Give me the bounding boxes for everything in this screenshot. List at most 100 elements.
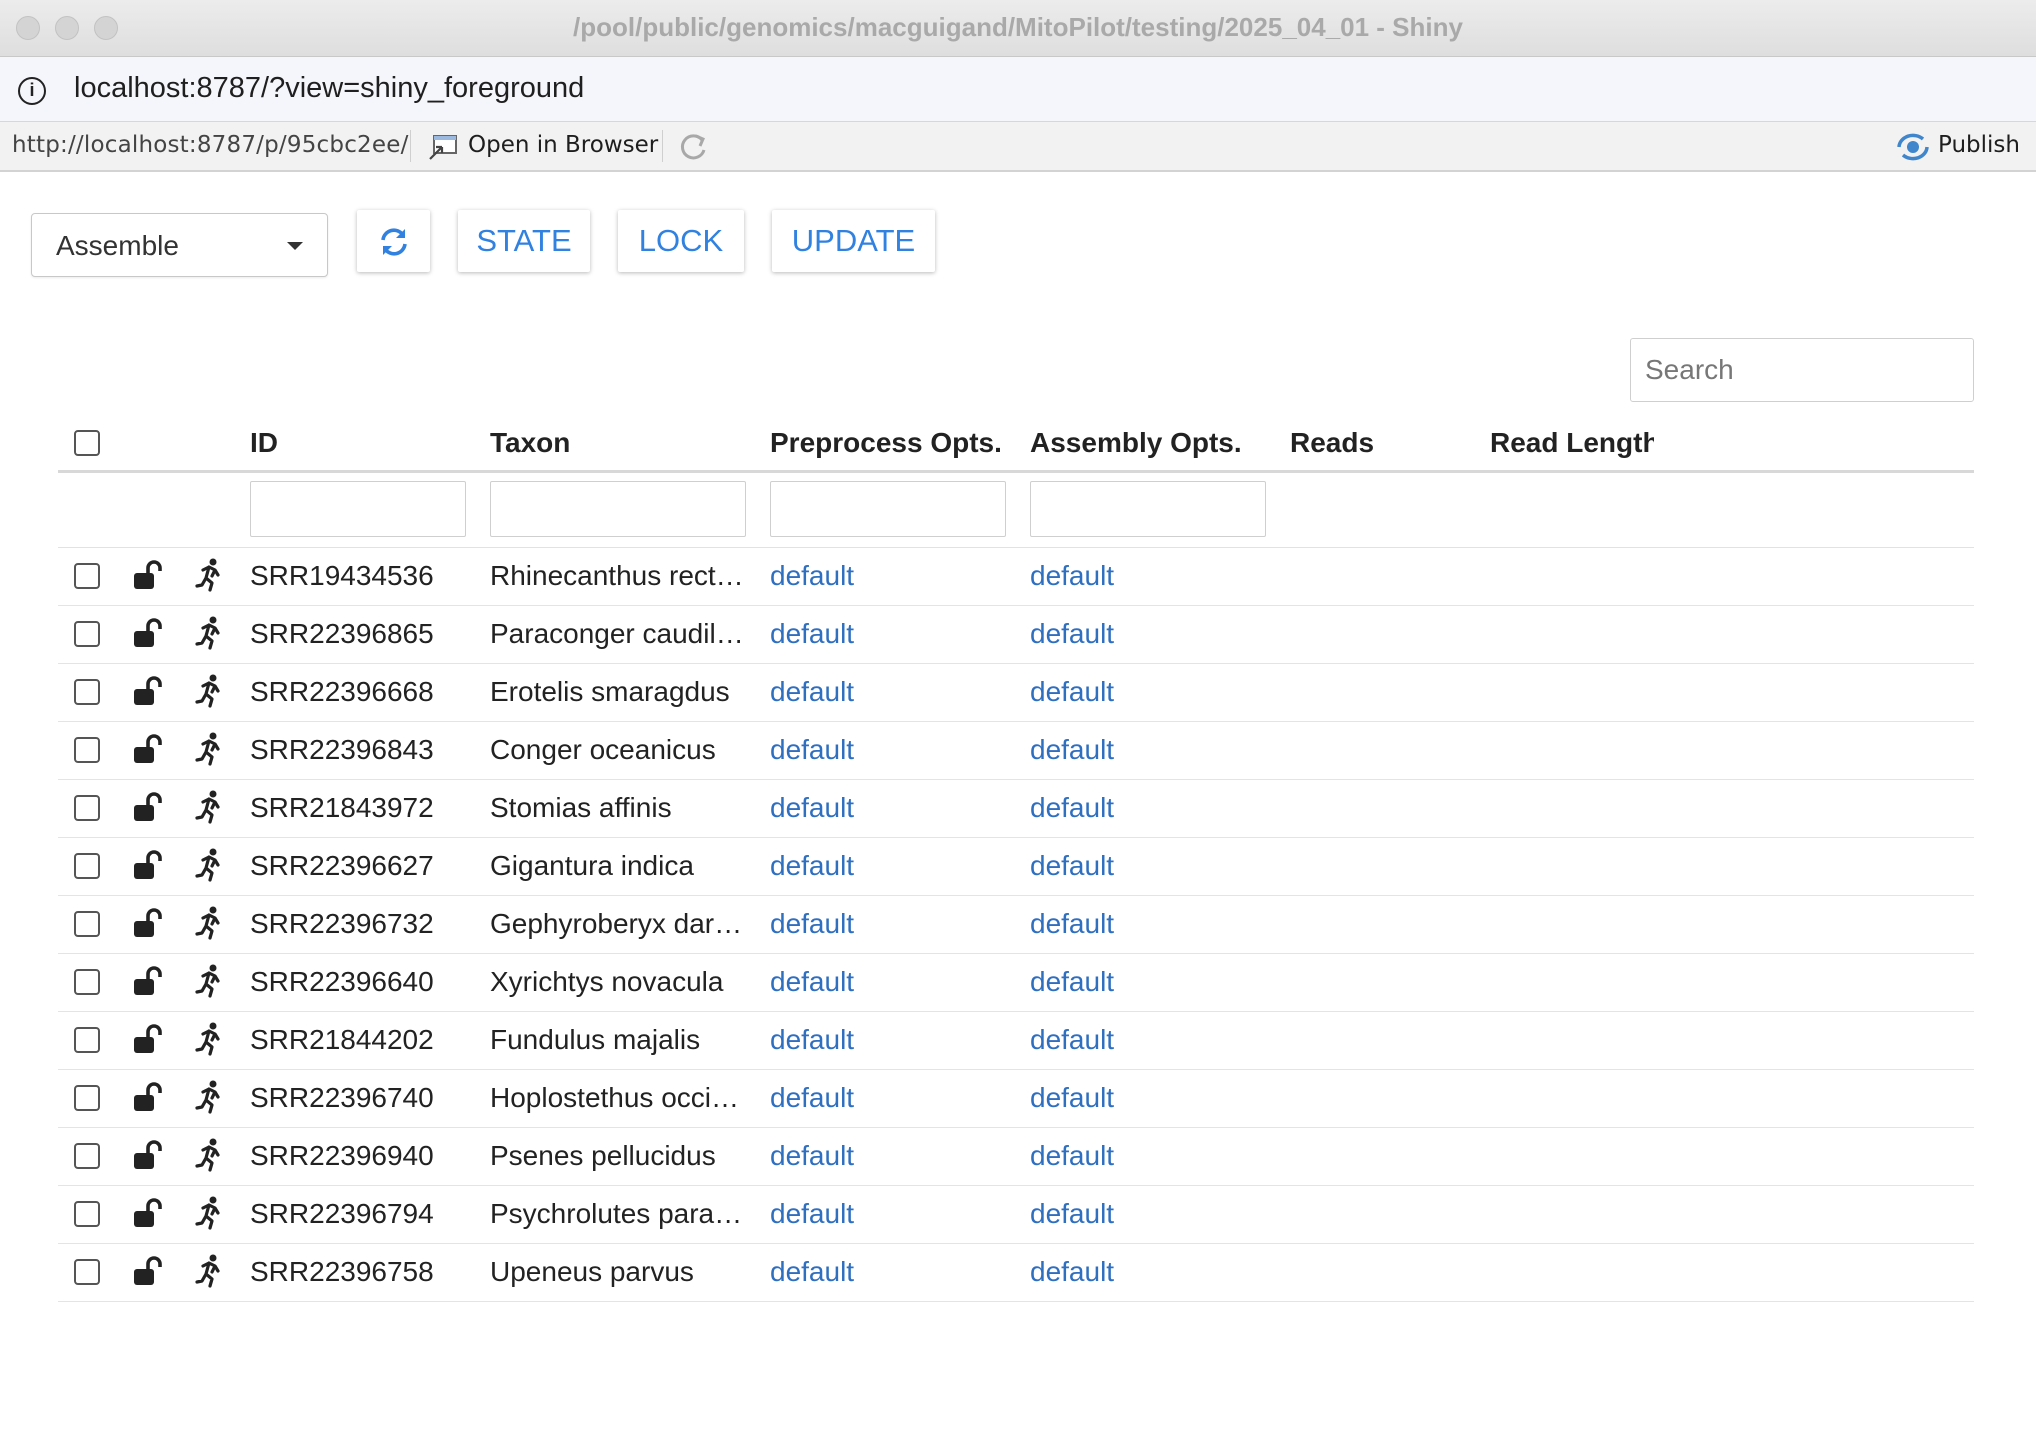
- lock-open-icon[interactable]: [132, 559, 164, 591]
- row-assembly-link[interactable]: default: [1030, 560, 1114, 592]
- row-assembly-link[interactable]: default: [1030, 676, 1114, 708]
- lock-open-icon[interactable]: [132, 617, 164, 649]
- select-all-checkbox[interactable]: [74, 430, 100, 456]
- info-icon[interactable]: i: [18, 77, 46, 105]
- row-assembly-link[interactable]: default: [1030, 1256, 1114, 1288]
- table-row[interactable]: SRR22396732 Gephyroberyx dar… default defau…: [58, 895, 1974, 954]
- row-assembly-link[interactable]: default: [1030, 1024, 1114, 1056]
- publish-icon[interactable]: [1896, 132, 1930, 162]
- table-row[interactable]: SRR22396740 Hoplostethus occi… default defa…: [58, 1069, 1974, 1128]
- id-filter-input[interactable]: [250, 481, 466, 537]
- open-in-browser-icon[interactable]: [428, 133, 458, 161]
- table-row[interactable]: SRR22396843 Conger oceanicus default defaul…: [58, 721, 1974, 780]
- header-read-length[interactable]: Read Length: [1490, 427, 1654, 459]
- lock-button[interactable]: LOCK: [618, 210, 744, 272]
- row-checkbox[interactable]: [74, 911, 100, 937]
- running-person-icon[interactable]: [194, 906, 224, 940]
- row-preprocess-link[interactable]: default: [770, 618, 854, 650]
- header-taxon[interactable]: Taxon: [490, 427, 570, 459]
- reload-viewer-icon[interactable]: [676, 130, 710, 164]
- row-assembly-link[interactable]: default: [1030, 734, 1114, 766]
- row-preprocess-link[interactable]: default: [770, 908, 854, 940]
- running-person-icon[interactable]: [194, 558, 224, 592]
- row-checkbox[interactable]: [74, 795, 100, 821]
- row-checkbox[interactable]: [74, 737, 100, 763]
- mode-select[interactable]: Assemble: [31, 213, 328, 277]
- table-row[interactable]: SRR21843972 Stomias affinis default default: [58, 779, 1974, 838]
- header-id[interactable]: ID: [250, 427, 278, 459]
- row-checkbox[interactable]: [74, 563, 100, 589]
- lock-open-icon[interactable]: [132, 1081, 164, 1113]
- running-person-icon[interactable]: [194, 1022, 224, 1056]
- table-row[interactable]: SRR21844202 Fundulus majalis default defaul…: [58, 1011, 1974, 1070]
- lock-open-icon[interactable]: [132, 1197, 164, 1229]
- refresh-button[interactable]: [357, 210, 430, 272]
- table-row[interactable]: SRR22396627 Gigantura indica default defaul…: [58, 837, 1974, 896]
- table-row[interactable]: SRR22396640 Xyrichtys novacula default defa…: [58, 953, 1974, 1012]
- running-person-icon[interactable]: [194, 616, 224, 650]
- table-row[interactable]: SRR22396668 Erotelis smaragdus default defa…: [58, 663, 1974, 722]
- lock-open-icon[interactable]: [132, 675, 164, 707]
- assembly-filter-input[interactable]: [1030, 481, 1266, 537]
- running-person-icon[interactable]: [194, 790, 224, 824]
- search-input[interactable]: [1630, 338, 1974, 402]
- row-assembly-link[interactable]: default: [1030, 1082, 1114, 1114]
- row-preprocess-link[interactable]: default: [770, 560, 854, 592]
- lock-open-icon[interactable]: [132, 791, 164, 823]
- table-row[interactable]: SRR22396794 Psychrolutes para… default defa…: [58, 1185, 1974, 1244]
- row-checkbox[interactable]: [74, 1143, 100, 1169]
- header-reads[interactable]: Reads: [1290, 427, 1374, 459]
- row-checkbox[interactable]: [74, 1201, 100, 1227]
- running-person-icon[interactable]: [194, 1138, 224, 1172]
- row-assembly-link[interactable]: default: [1030, 908, 1114, 940]
- row-assembly-link[interactable]: default: [1030, 850, 1114, 882]
- row-preprocess-link[interactable]: default: [770, 966, 854, 998]
- lock-open-icon[interactable]: [132, 907, 164, 939]
- publish-button[interactable]: Publish: [1938, 132, 2020, 158]
- row-preprocess-link[interactable]: default: [770, 1024, 854, 1056]
- row-checkbox[interactable]: [74, 1259, 100, 1285]
- row-preprocess-link[interactable]: default: [770, 850, 854, 882]
- running-person-icon[interactable]: [194, 1080, 224, 1114]
- state-button[interactable]: STATE: [458, 210, 590, 272]
- lock-open-icon[interactable]: [132, 1023, 164, 1055]
- row-assembly-link[interactable]: default: [1030, 966, 1114, 998]
- row-checkbox[interactable]: [74, 679, 100, 705]
- header-assembly-opts[interactable]: Assembly Opts.: [1030, 427, 1242, 459]
- row-checkbox[interactable]: [74, 853, 100, 879]
- running-person-icon[interactable]: [194, 848, 224, 882]
- row-checkbox[interactable]: [74, 1027, 100, 1053]
- running-person-icon[interactable]: [194, 1196, 224, 1230]
- table-row[interactable]: SRR22396865 Paraconger caudil… default defa…: [58, 605, 1974, 664]
- row-preprocess-link[interactable]: default: [770, 1198, 854, 1230]
- row-preprocess-link[interactable]: default: [770, 734, 854, 766]
- running-person-icon[interactable]: [194, 1254, 224, 1288]
- row-preprocess-link[interactable]: default: [770, 1140, 854, 1172]
- preprocess-filter-input[interactable]: [770, 481, 1006, 537]
- lock-open-icon[interactable]: [132, 1139, 164, 1171]
- table-row[interactable]: SRR19434536 Rhinecanthus rect… default defa…: [58, 547, 1974, 606]
- row-preprocess-link[interactable]: default: [770, 792, 854, 824]
- taxon-filter-input[interactable]: [490, 481, 746, 537]
- row-checkbox[interactable]: [74, 621, 100, 647]
- running-person-icon[interactable]: [194, 964, 224, 998]
- header-preprocess-opts[interactable]: Preprocess Opts.: [770, 427, 1002, 459]
- running-person-icon[interactable]: [194, 732, 224, 766]
- running-person-icon[interactable]: [194, 674, 224, 708]
- address-url[interactable]: localhost:8787/?view=shiny_foreground: [74, 72, 584, 105]
- lock-open-icon[interactable]: [132, 1255, 164, 1287]
- table-row[interactable]: SRR22396758 Upeneus parvus default default: [58, 1243, 1974, 1302]
- row-preprocess-link[interactable]: default: [770, 676, 854, 708]
- row-assembly-link[interactable]: default: [1030, 792, 1114, 824]
- table-row[interactable]: SRR22396940 Psenes pellucidus default defau…: [58, 1127, 1974, 1186]
- open-in-browser-button[interactable]: Open in Browser: [468, 132, 658, 158]
- lock-open-icon[interactable]: [132, 849, 164, 881]
- row-assembly-link[interactable]: default: [1030, 618, 1114, 650]
- update-button[interactable]: UPDATE: [772, 210, 935, 272]
- row-preprocess-link[interactable]: default: [770, 1256, 854, 1288]
- lock-open-icon[interactable]: [132, 965, 164, 997]
- row-assembly-link[interactable]: default: [1030, 1140, 1114, 1172]
- row-checkbox[interactable]: [74, 969, 100, 995]
- row-checkbox[interactable]: [74, 1085, 100, 1111]
- lock-open-icon[interactable]: [132, 733, 164, 765]
